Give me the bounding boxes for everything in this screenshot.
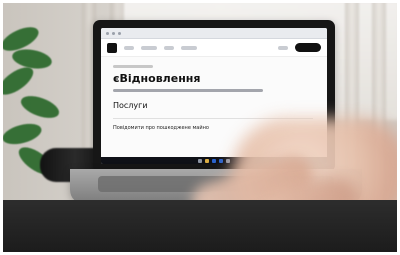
nav-link[interactable] [164,45,174,50]
login-button[interactable] [295,43,321,52]
browser-window-dot-icon [118,31,121,35]
browser-window-dot-icon [112,31,115,35]
site-logo-icon [107,42,117,53]
browser-window-dot-icon [106,31,109,35]
nav-link[interactable] [181,45,197,50]
nav-link[interactable] [141,45,157,50]
page-title: єВідновлення [113,72,201,85]
desk [0,200,400,255]
taskbar-app-icon[interactable] [205,158,209,163]
nav-link[interactable] [124,45,134,50]
plant-leaf [10,46,54,72]
taskbar-app-icon[interactable] [212,158,216,163]
plant-leaf [0,120,44,148]
section-title: Послуги [113,101,148,110]
breadcrumb [113,65,153,68]
nav-link[interactable] [278,45,288,50]
page-subtitle [113,89,263,92]
taskbar-app-icon[interactable] [198,158,202,163]
taskbar-app-icon[interactable] [226,158,230,163]
taskbar-app-icon[interactable] [219,158,223,163]
plant-leaf [18,91,62,123]
site-header [101,39,327,57]
photo: єВідновлення Послуги Повідомити про пошк… [0,0,400,255]
browser-toolbar [101,28,327,39]
